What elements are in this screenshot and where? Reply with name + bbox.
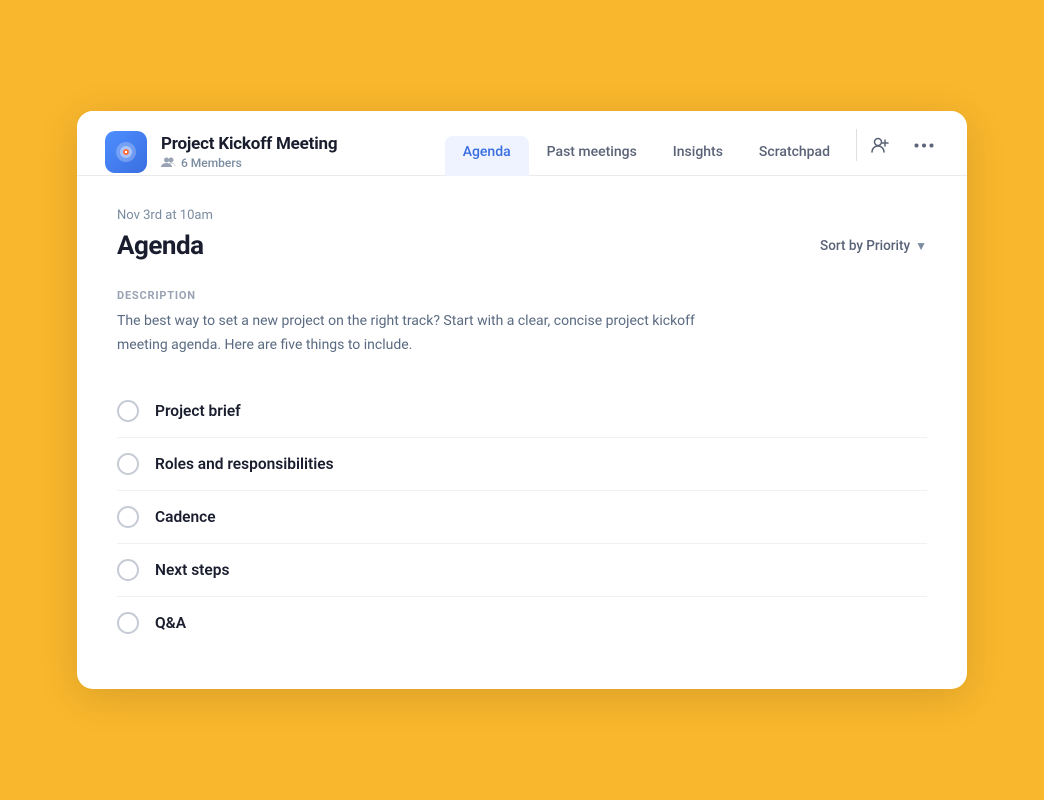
item-label-1: Roles and responsibilities	[155, 455, 334, 473]
sort-label: Sort by Priority	[820, 238, 910, 254]
agenda-header-row: Agenda Sort by Priority ▼	[117, 231, 927, 261]
more-options-button[interactable]	[909, 130, 939, 160]
checkbox-2[interactable]	[117, 506, 139, 528]
header-left: Project Kickoff Meeting 6 Members	[105, 131, 445, 173]
tab-agenda[interactable]: Agenda	[445, 136, 529, 176]
agenda-item-1: Roles and responsibilities	[117, 438, 927, 491]
main-window: Project Kickoff Meeting 6 Members Agenda	[77, 111, 967, 688]
tab-insights[interactable]: Insights	[655, 136, 741, 176]
header-title-block: Project Kickoff Meeting 6 Members	[161, 134, 337, 171]
sort-control[interactable]: Sort by Priority ▼	[820, 238, 927, 254]
checkbox-0[interactable]	[117, 400, 139, 422]
checkbox-1[interactable]	[117, 453, 139, 475]
meeting-title: Project Kickoff Meeting	[161, 134, 337, 154]
tab-past-meetings[interactable]: Past meetings	[529, 136, 655, 176]
agenda-items-list: Project brief Roles and responsibilities…	[117, 385, 927, 649]
checkbox-3[interactable]	[117, 559, 139, 581]
header-actions	[865, 130, 939, 174]
nav-divider	[856, 129, 857, 161]
date-label: Nov 3rd at 10am	[117, 208, 927, 223]
description-text: The best way to set a new project on the…	[117, 310, 717, 356]
content-area: Nov 3rd at 10am Agenda Sort by Priority …	[77, 176, 967, 688]
members-row: 6 Members	[161, 156, 337, 171]
members-label: 6 Members	[181, 156, 242, 170]
item-label-2: Cadence	[155, 508, 216, 526]
header: Project Kickoff Meeting 6 Members Agenda	[77, 111, 967, 176]
item-label-3: Next steps	[155, 561, 229, 579]
agenda-item-4: Q&A	[117, 597, 927, 649]
tab-scratchpad[interactable]: Scratchpad	[741, 136, 848, 176]
agenda-item-3: Next steps	[117, 544, 927, 597]
item-label-0: Project brief	[155, 402, 241, 420]
agenda-item-0: Project brief	[117, 385, 927, 438]
members-icon	[161, 156, 176, 171]
description-section: DESCRIPTION The best way to set a new pr…	[117, 289, 927, 356]
header-nav: Agenda Past meetings Insights Scratchpad	[445, 129, 865, 175]
agenda-item-2: Cadence	[117, 491, 927, 544]
sort-arrow-icon: ▼	[915, 239, 927, 253]
app-icon	[105, 131, 147, 173]
item-label-4: Q&A	[155, 614, 186, 632]
checkbox-4[interactable]	[117, 612, 139, 634]
add-member-button[interactable]	[865, 130, 895, 160]
description-label: DESCRIPTION	[117, 289, 927, 302]
agenda-title: Agenda	[117, 231, 204, 261]
